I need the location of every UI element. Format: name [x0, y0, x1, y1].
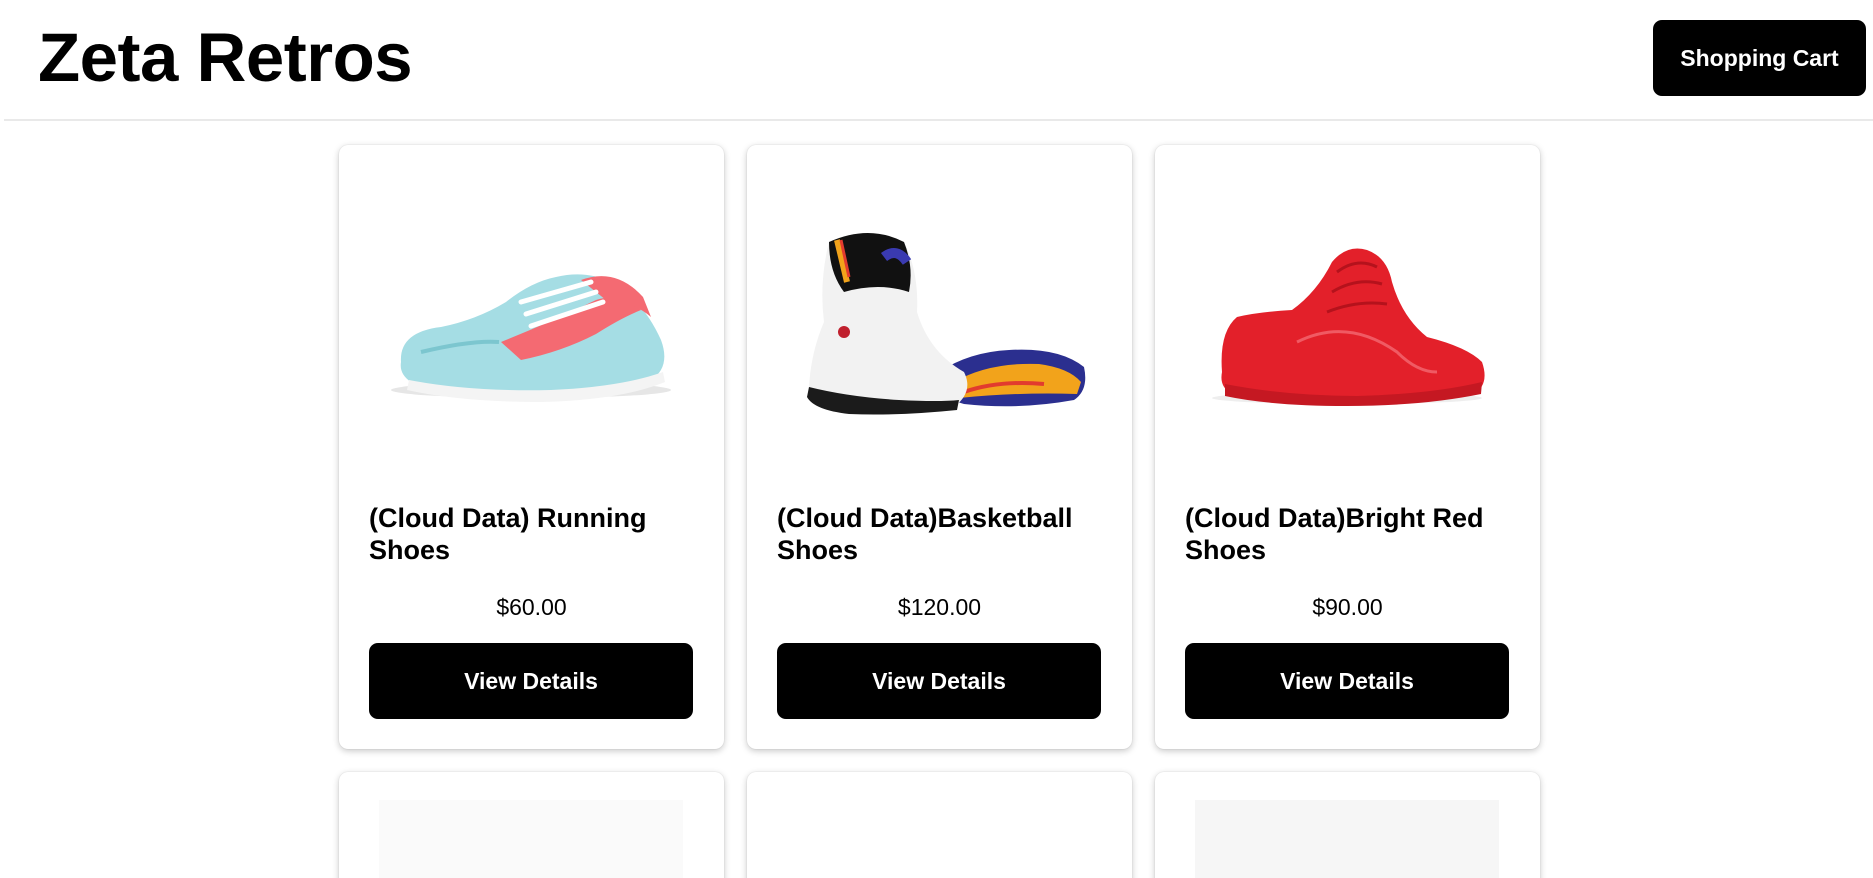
view-details-button[interactable]: View Details — [777, 643, 1101, 719]
brand-title: Zeta Retros — [38, 19, 413, 96]
red-shoe-image — [1212, 248, 1485, 406]
product-image — [1185, 175, 1509, 499]
product-price: $60.00 — [496, 594, 567, 620]
product-image — [369, 175, 693, 499]
view-details-button[interactable]: View Details — [369, 643, 693, 719]
product-image — [777, 175, 1101, 499]
shoe-image — [787, 800, 1091, 878]
running-shoe-image — [391, 274, 671, 402]
product-name[interactable]: (Cloud Data)Bright Red Shoes — [1185, 502, 1515, 566]
basketball-shoes-image — [807, 233, 1086, 415]
site-header: Zeta Retros Shopping Cart — [4, 0, 1873, 121]
shopping-cart-button[interactable]: Shopping Cart — [1653, 20, 1866, 96]
product-card — [747, 772, 1132, 878]
product-name[interactable]: (Cloud Data)Basketball Shoes — [777, 502, 1107, 566]
product-card — [339, 772, 724, 878]
product-card: (Cloud Data) Running Shoes $60.00 View D… — [339, 145, 724, 749]
product-price: $90.00 — [1312, 594, 1383, 620]
product-image — [787, 800, 1091, 878]
product-name[interactable]: (Cloud Data) Running Shoes — [369, 502, 699, 566]
orange-shoe-image — [1195, 800, 1499, 878]
product-card — [1155, 772, 1540, 878]
product-image — [379, 800, 683, 878]
product-price: $120.00 — [897, 594, 982, 620]
product-card: (Cloud Data)Basketball Shoes $120.00 Vie… — [747, 145, 1132, 749]
product-image — [1195, 800, 1499, 878]
product-card: (Cloud Data)Bright Red Shoes $90.00 View… — [1155, 145, 1540, 749]
view-details-button[interactable]: View Details — [1185, 643, 1509, 719]
